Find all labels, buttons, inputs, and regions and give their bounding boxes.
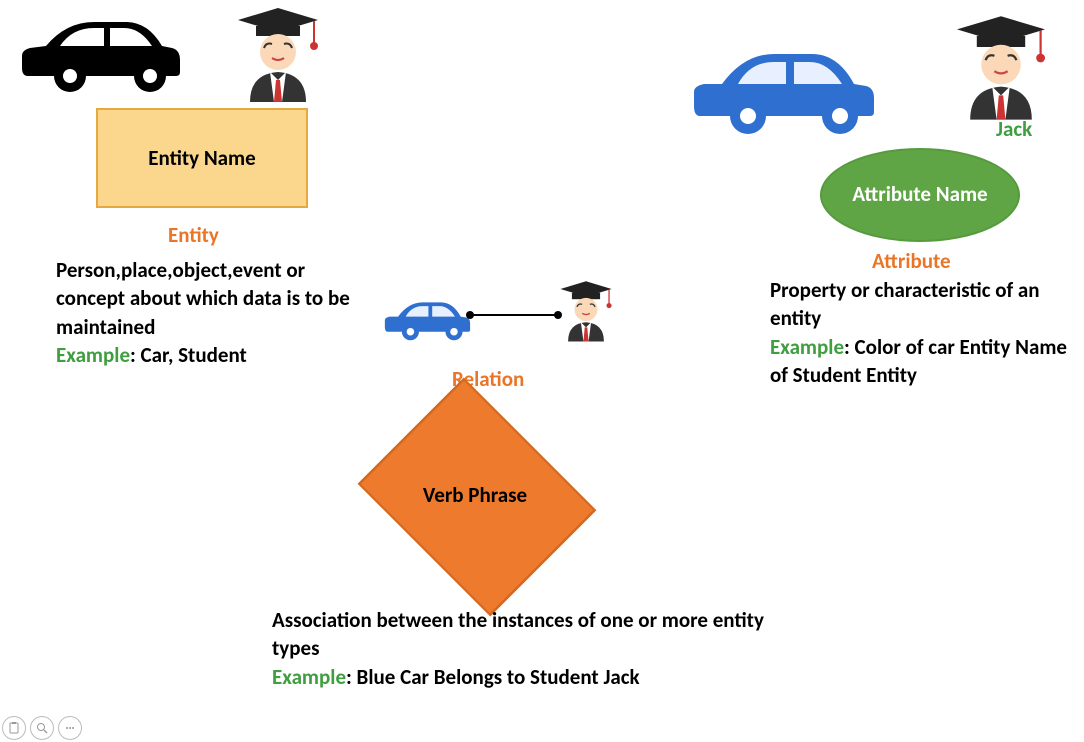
relation-shape: Verb Phrase <box>370 420 580 570</box>
toolbar <box>2 716 82 740</box>
entity-example-text: : Car, Student <box>130 342 247 368</box>
relation-example-text: : Blue Car Belongs to Student Jack <box>346 664 640 690</box>
blue-car-icon <box>688 34 878 145</box>
student-small-icon <box>554 280 618 349</box>
entity-example-label: Example <box>56 342 130 368</box>
attribute-example-label: Example <box>770 334 844 360</box>
attribute-shape-label: Attribute Name <box>852 182 987 207</box>
entity-title: Entity <box>168 222 219 248</box>
blue-car-small-icon <box>382 288 472 353</box>
attribute-shape: Attribute Name <box>820 148 1020 242</box>
attribute-title: Attribute <box>872 248 951 274</box>
entity-shape: Entity Name <box>96 108 308 208</box>
zoom-icon[interactable] <box>30 716 54 740</box>
entity-shape-label: Entity Name <box>148 145 255 171</box>
attribute-description: Property or characteristic of an entity <box>770 277 1040 331</box>
attribute-description-block: Property or characteristic of an entity … <box>770 276 1080 389</box>
clipboard-icon[interactable] <box>2 716 26 740</box>
black-car-icon <box>16 4 184 105</box>
student-icon <box>946 14 1056 129</box>
relation-shape-label: Verb Phrase <box>423 482 527 508</box>
entity-description-block: Person,place,object,event or concept abo… <box>56 256 356 369</box>
entity-description: Person,place,object,event or concept abo… <box>56 257 350 340</box>
more-icon[interactable] <box>58 716 82 740</box>
relation-description-block: Association between the instances of one… <box>272 606 772 691</box>
character-name: Jack <box>996 116 1032 142</box>
student-icon <box>228 6 328 111</box>
relation-line <box>470 314 558 316</box>
relation-description: Association between the instances of one… <box>272 607 764 661</box>
relation-example-label: Example <box>272 664 346 690</box>
